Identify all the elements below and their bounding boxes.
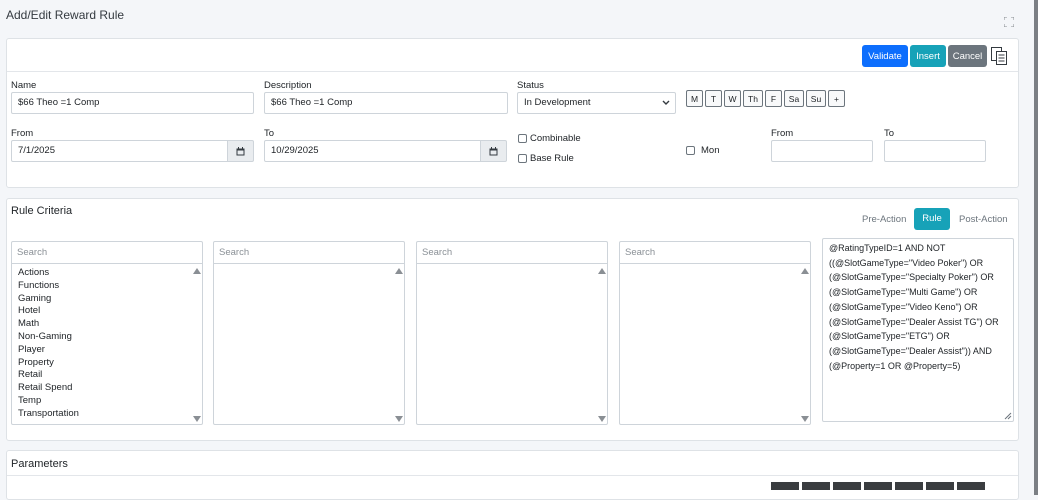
- parameters-title: Parameters: [11, 458, 68, 470]
- mon-label: Mon: [701, 145, 720, 156]
- list-item[interactable]: Non-Gaming: [12, 331, 202, 344]
- day-button-w[interactable]: W: [724, 90, 741, 107]
- window-scrollbar[interactable]: [1034, 0, 1038, 495]
- description-field[interactable]: $66 Theo =1 Comp: [264, 92, 508, 114]
- scroll-down-icon[interactable]: [598, 416, 606, 422]
- tab-pre-action[interactable]: Pre-Action: [862, 214, 906, 225]
- list-item[interactable]: Retail Spend: [12, 382, 202, 395]
- scroll-down-icon[interactable]: [395, 416, 403, 422]
- to-label: To: [264, 128, 275, 139]
- tab-rule[interactable]: Rule: [914, 208, 950, 230]
- tab-post-action[interactable]: Post-Action: [959, 214, 1008, 225]
- parameter-column-header: [864, 482, 892, 490]
- name-label: Name: [11, 80, 37, 91]
- parameter-columns: [771, 482, 985, 490]
- day-button-sa[interactable]: Sa: [784, 90, 804, 107]
- value-listbox: Search: [619, 241, 811, 425]
- operator-listbox: Search: [416, 241, 608, 425]
- category-listbox: Search Actions Functions Gaming Hotel Ma…: [11, 241, 203, 425]
- list-item[interactable]: Math: [12, 318, 202, 331]
- time-to-label: To: [884, 128, 895, 139]
- from-date-field[interactable]: 7/1/2025: [11, 140, 228, 162]
- insert-button[interactable]: Insert: [910, 45, 946, 67]
- combinable-label: Combinable: [530, 133, 581, 144]
- description-label: Description: [264, 80, 312, 91]
- resize-handle-icon[interactable]: [1004, 412, 1012, 423]
- category-search-input[interactable]: Search: [12, 242, 202, 264]
- copy-icon[interactable]: [990, 45, 1008, 67]
- list-item[interactable]: Hotel: [12, 305, 202, 318]
- field-listbox: Search: [213, 241, 405, 425]
- page-title: Add/Edit Reward Rule: [6, 8, 125, 22]
- to-date-field[interactable]: 10/29/2025: [264, 140, 481, 162]
- day-button-m[interactable]: M: [686, 90, 703, 107]
- parameter-column-header: [771, 482, 799, 490]
- calendar-icon: [236, 146, 245, 155]
- scroll-up-icon[interactable]: [193, 268, 201, 274]
- parameter-column-header: [957, 482, 985, 490]
- parameter-column-header: [895, 482, 923, 490]
- parameter-column-header: [802, 482, 830, 490]
- field-search-input[interactable]: Search: [214, 242, 404, 264]
- day-selector: M T W Th F Sa Su +: [686, 90, 845, 107]
- rule-criteria-title: Rule Criteria: [11, 205, 73, 217]
- cancel-button[interactable]: Cancel: [948, 45, 987, 67]
- time-from-label: From: [771, 128, 794, 139]
- scroll-down-icon[interactable]: [193, 416, 201, 422]
- list-item[interactable]: Gaming: [12, 293, 202, 306]
- day-add-button[interactable]: +: [828, 90, 845, 107]
- operator-search-input[interactable]: Search: [417, 242, 607, 264]
- value-search-input[interactable]: Search: [620, 242, 810, 264]
- day-button-su[interactable]: Su: [806, 90, 826, 107]
- divider: [7, 475, 1018, 476]
- status-label: Status: [517, 80, 544, 91]
- list-item[interactable]: Temp: [12, 395, 202, 408]
- scroll-up-icon[interactable]: [395, 268, 403, 274]
- rule-expression-textarea[interactable]: @RatingTypeID=1 AND NOT ((@SlotGameType=…: [822, 238, 1014, 422]
- time-to-field[interactable]: [884, 140, 986, 162]
- parameter-column-header: [833, 482, 861, 490]
- combinable-checkbox[interactable]: [518, 134, 527, 143]
- calendar-icon: [489, 146, 498, 155]
- list-item[interactable]: Transportation: [12, 408, 202, 421]
- day-button-f[interactable]: F: [765, 90, 782, 107]
- status-value: In Development: [524, 97, 591, 108]
- calendar-button[interactable]: [481, 140, 507, 162]
- scroll-up-icon[interactable]: [598, 268, 606, 274]
- list-item[interactable]: Actions: [12, 267, 202, 280]
- base-rule-label: Base Rule: [530, 153, 574, 164]
- chevron-down-icon: [662, 93, 670, 120]
- status-select[interactable]: In Development: [517, 92, 676, 114]
- name-field[interactable]: $66 Theo =1 Comp: [11, 92, 254, 114]
- time-from-field[interactable]: [771, 140, 873, 162]
- mon-checkbox[interactable]: [686, 146, 695, 155]
- parameter-column-header: [926, 482, 954, 490]
- base-rule-checkbox[interactable]: [518, 154, 527, 163]
- calendar-button[interactable]: [228, 140, 254, 162]
- list-item[interactable]: Property: [12, 357, 202, 370]
- day-button-th[interactable]: Th: [743, 90, 763, 107]
- from-label: From: [11, 128, 34, 139]
- list-item[interactable]: Player: [12, 344, 202, 357]
- divider: [7, 71, 1018, 72]
- validate-button[interactable]: Validate: [862, 45, 908, 67]
- scroll-down-icon[interactable]: [801, 416, 809, 422]
- expand-icon[interactable]: [1003, 16, 1015, 28]
- scroll-up-icon[interactable]: [801, 268, 809, 274]
- list-item[interactable]: Retail: [12, 369, 202, 382]
- day-button-t[interactable]: T: [705, 90, 722, 107]
- list-item[interactable]: Functions: [12, 280, 202, 293]
